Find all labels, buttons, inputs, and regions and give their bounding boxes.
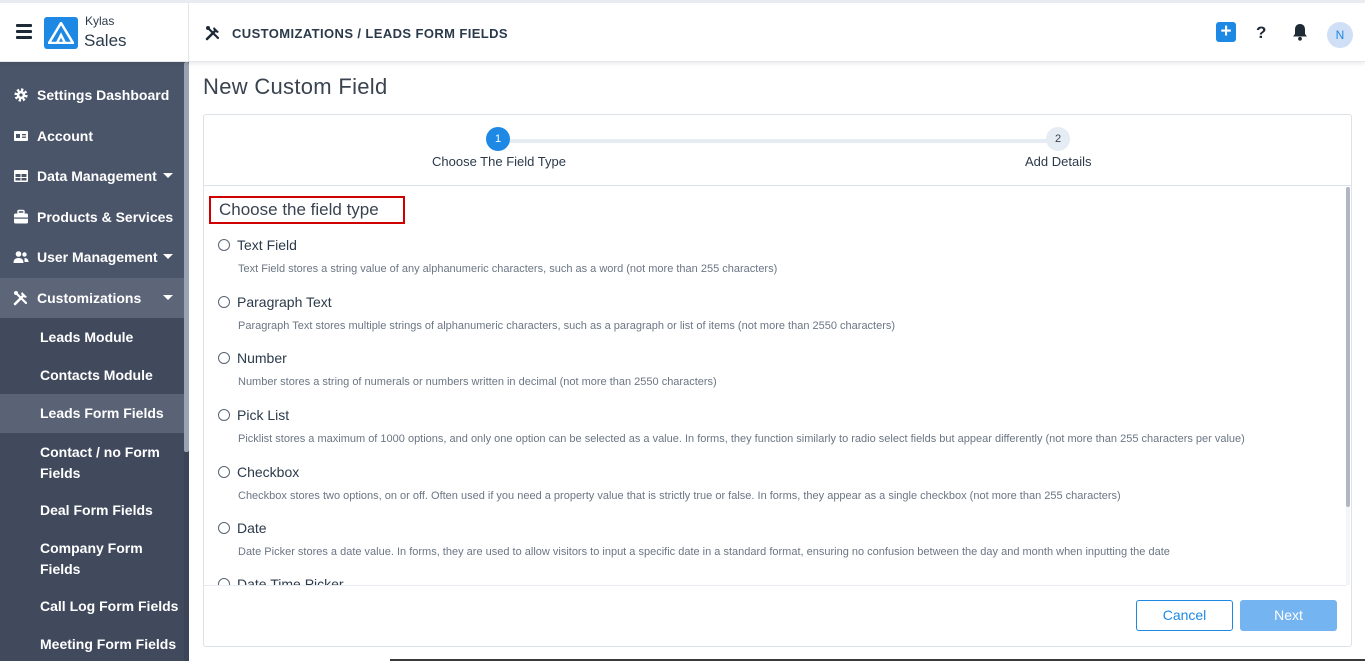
sidebar-subitem-leads-module[interactable]: Leads Module [0, 318, 184, 356]
option-description: Picklist stores a maximum of 1000 option… [238, 433, 1245, 445]
radio-button[interactable] [218, 239, 230, 251]
page-title: New Custom Field [203, 74, 388, 99]
chevron-down-icon [163, 295, 173, 300]
kylas-logo-icon [44, 17, 78, 49]
sidebar-item-customizations[interactable]: Customizations [0, 278, 184, 318]
sidebar-item-label: Settings Dashboard [37, 87, 170, 103]
id-card-icon [14, 131, 28, 141]
radio-button[interactable] [218, 409, 230, 421]
sidebar-subitem-label: Deal Form Fields [40, 502, 153, 518]
sidebar-item-label: Products & Services [37, 209, 174, 225]
option-name: Checkbox [237, 464, 300, 480]
add-button[interactable]: + [1216, 22, 1236, 42]
sidebar-subitem-label: Meeting Form Fields [40, 636, 177, 652]
sidebar-subitem-company-form-fields[interactable]: Company Form Fields [0, 529, 184, 587]
option-description: Text Field stores a string value of any … [238, 263, 778, 275]
step-1-label: Choose The Field Type [432, 154, 566, 169]
chevron-down-icon [163, 173, 173, 178]
field-type-list: Text Field Text Field stores a string va… [204, 187, 1346, 585]
content-scrollbar[interactable] [1346, 187, 1350, 585]
sidebar-item-account[interactable]: Account [0, 116, 184, 156]
scrollbar-thumb[interactable] [1346, 187, 1350, 507]
header-divider [188, 3, 189, 62]
option-name: Text Field [237, 237, 297, 253]
option-description: Date Picker stores a date value. In form… [238, 546, 1170, 558]
sidebar-item-products-services[interactable]: Products & Services [0, 197, 184, 237]
sidebar-subitem-label: Contacts Module [40, 367, 153, 383]
step-2-label: Add Details [1025, 154, 1092, 169]
radio-button[interactable] [218, 522, 230, 534]
tools-icon [205, 25, 221, 46]
option-name: Pick List [237, 407, 290, 423]
chevron-down-icon [163, 254, 173, 259]
option-name: Number [237, 350, 287, 366]
sidebar-subitem-label: Call Log Form Fields [40, 598, 179, 614]
cancel-button[interactable]: Cancel [1136, 600, 1233, 631]
sidebar-scrollbar[interactable] [184, 62, 189, 661]
bell-icon[interactable] [1292, 23, 1308, 46]
next-button[interactable]: Next [1240, 600, 1337, 631]
hamburger-menu-icon[interactable] [16, 24, 32, 39]
radio-button[interactable] [218, 578, 230, 585]
sidebar-item-data-management[interactable]: Data Management [0, 156, 184, 196]
sidebar-subitem-call-log-form-fields[interactable]: Call Log Form Fields [0, 587, 184, 625]
sidebar-subitem-contacts-module[interactable]: Contacts Module [0, 356, 184, 394]
sidebar-subitem-contact-form-fields[interactable]: Contact / no Form Fields [0, 433, 184, 491]
option-name: Date [237, 520, 267, 536]
table-icon [14, 170, 28, 182]
sidebar-subitem-deal-form-fields[interactable]: Deal Form Fields [0, 491, 184, 529]
footer-divider [204, 585, 1346, 586]
sidebar-subitem-label: Company Form Fields [40, 540, 143, 577]
radio-button[interactable] [218, 296, 230, 308]
breadcrumb: CUSTOMIZATIONS / LEADS FORM FIELDS [232, 26, 509, 41]
brand-product: Sales [84, 31, 127, 50]
gear-icon [14, 88, 28, 102]
option-description: Checkbox stores two options, on or off. … [238, 490, 1121, 502]
sidebar-subitem-label: Leads Form Fields [40, 405, 164, 421]
avatar[interactable]: N [1327, 22, 1353, 48]
briefcase-icon [14, 209, 28, 224]
radio-button[interactable] [218, 352, 230, 364]
sidebar-subitem-meeting-form-fields[interactable]: Meeting Form Fields [0, 625, 184, 661]
option-name: Paragraph Text [237, 294, 332, 310]
scrollbar-thumb[interactable] [184, 62, 189, 452]
users-icon [13, 251, 29, 263]
option-name: Date Time Picker [237, 576, 344, 585]
step-1-indicator: 1 [486, 127, 510, 151]
sidebar-subitem-label: Leads Module [40, 329, 134, 345]
sidebar-item-label: Customizations [37, 290, 142, 306]
brand-name: Kylas [85, 14, 115, 28]
step-2-indicator: 2 [1046, 127, 1070, 151]
sidebar-subitem-label: Contact / no Form Fields [40, 444, 160, 481]
sidebar-item-user-management[interactable]: User Management [0, 237, 184, 277]
option-description: Paragraph Text stores multiple strings o… [238, 320, 896, 332]
option-description: Number stores a string of numerals or nu… [238, 376, 717, 388]
sidebar-item-label: Account [37, 128, 93, 144]
sidebar-item-label: User Management [37, 249, 158, 265]
top-bar: Kylas Sales CUSTOMIZATIONS / LEADS FORM … [0, 0, 1365, 62]
sidebar-item-label: Data Management [37, 168, 157, 184]
stepper-track [497, 139, 1057, 143]
help-icon[interactable]: ? [1256, 23, 1266, 43]
sidebar-subitem-leads-form-fields[interactable]: Leads Form Fields [0, 394, 184, 433]
sidebar-item-settings-dashboard[interactable]: Settings Dashboard [0, 75, 184, 115]
tools-icon [13, 291, 28, 306]
radio-button[interactable] [218, 466, 230, 478]
stepper [203, 114, 1352, 186]
